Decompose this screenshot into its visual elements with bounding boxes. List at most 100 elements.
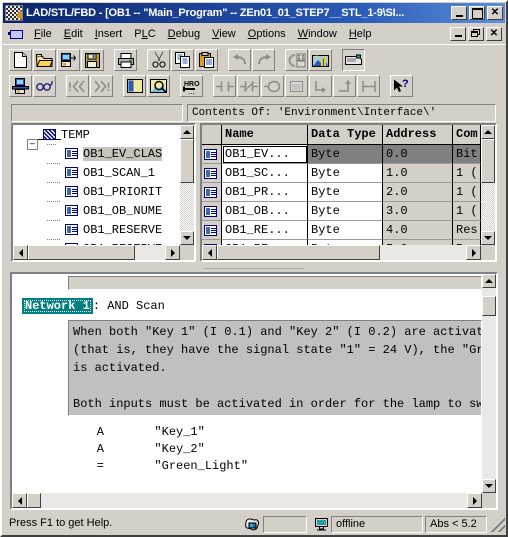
open-online-icon[interactable]: [57, 49, 80, 71]
tree-node-temp[interactable]: – TEMP: [13, 125, 180, 150]
mdi-minimize-button[interactable]: [450, 26, 466, 41]
cell-data-type[interactable]: Byte: [308, 183, 383, 202]
redo-icon[interactable]: [252, 49, 275, 71]
cell-comment[interactable]: 1 (: [453, 164, 481, 183]
network-comment[interactable]: When both "Key 1" (I 0.1) and "Key 2" (I…: [68, 320, 482, 416]
cell-address[interactable]: 0.0: [383, 145, 453, 164]
cell-name[interactable]: OB1_RE...: [222, 221, 308, 240]
code-scroll-thumb[interactable]: [482, 296, 496, 316]
table-scroll-left-button[interactable]: [202, 245, 217, 260]
menu-view[interactable]: View: [206, 26, 242, 42]
network-overview-icon[interactable]: [342, 49, 365, 71]
menu-file[interactable]: File: [28, 26, 58, 42]
copy-icon[interactable]: [171, 49, 194, 71]
tree-horizontal-scrollbar[interactable]: [13, 245, 180, 260]
prev-error-icon[interactable]: !: [66, 75, 89, 97]
tree-scroll-left-button[interactable]: [13, 245, 28, 260]
table-row[interactable]: OB1_RE... Byte 4.0 Res: [202, 221, 481, 240]
new-icon[interactable]: [9, 49, 32, 71]
download-icon[interactable]: [285, 49, 308, 71]
menu-help[interactable]: Help: [343, 26, 378, 42]
glasses-icon[interactable]: [33, 75, 56, 97]
resize-grip[interactable]: [491, 517, 505, 532]
undo-icon[interactable]: [228, 49, 251, 71]
minimize-button[interactable]: [451, 6, 467, 20]
cell-address[interactable]: 1.0: [383, 164, 453, 183]
empty-box-icon[interactable]: [285, 75, 308, 97]
output-coil-icon[interactable]: [261, 75, 284, 97]
document-icon[interactable]: [8, 27, 24, 40]
normally-open-contact-icon[interactable]: [213, 75, 236, 97]
cell-name[interactable]: OB1_PR...: [222, 183, 308, 202]
declaration-view-icon[interactable]: [123, 75, 146, 97]
monitor-icon[interactable]: [309, 49, 332, 71]
tree-scroll-down-button[interactable]: [180, 231, 194, 245]
table-scroll-thumb[interactable]: [481, 139, 495, 183]
branch-close-icon[interactable]: [333, 75, 356, 97]
tree-item-1[interactable]: OB1_SCAN_1: [13, 163, 180, 183]
tree-scroll-thumb[interactable]: [180, 139, 194, 183]
table-horizontal-scrollbar[interactable]: [202, 245, 481, 260]
code-editor[interactable]: Network 1: AND Scan When both "Key 1" (I…: [10, 272, 498, 510]
cell-comment[interactable]: 1 (: [453, 202, 481, 221]
table-vertical-scrollbar[interactable]: [481, 125, 495, 245]
code-hscroll-thumb[interactable]: [27, 493, 41, 508]
cell-name[interactable]: OB1_EV...: [222, 145, 308, 164]
cell-data-type[interactable]: Byte: [308, 145, 383, 164]
cell-name[interactable]: OB1_OB...: [222, 202, 308, 221]
table-scroll-right-button[interactable]: [466, 245, 481, 260]
code-scroll-down-button[interactable]: [482, 479, 496, 493]
tree-item-3[interactable]: OB1_OB_NUME: [13, 201, 180, 221]
close-button[interactable]: ✕: [487, 6, 503, 20]
cell-comment[interactable]: 1 (: [453, 183, 481, 202]
tree-expander-temp[interactable]: –: [27, 138, 38, 150]
mdi-restore-button[interactable]: [468, 26, 484, 41]
header-address[interactable]: Address: [383, 125, 453, 145]
table-hscroll-thumb[interactable]: [217, 245, 380, 260]
table-row[interactable]: OB1_OB... Byte 3.0 1 (: [202, 202, 481, 221]
header-name[interactable]: Name: [222, 125, 308, 145]
code-horizontal-scrollbar[interactable]: [12, 493, 482, 508]
tree-scroll-right-button[interactable]: [165, 245, 180, 260]
table-row[interactable]: OB1_EV... Byte 0.0 Bit: [202, 145, 481, 164]
maximize-button[interactable]: [469, 6, 485, 20]
symbols-view-icon[interactable]: [147, 75, 170, 97]
monitor-modify-icon[interactable]: [9, 75, 32, 97]
code-scroll-right-button[interactable]: [467, 493, 482, 508]
menu-insert[interactable]: Insert: [89, 26, 129, 42]
table-row[interactable]: OB1_SC... Byte 1.0 1 (: [202, 164, 481, 183]
next-error-icon[interactable]: !: [90, 75, 113, 97]
stl-statements[interactable]: A "Key_1" A "Key_2" = "Green_Light": [68, 424, 482, 475]
cell-address[interactable]: 4.0: [383, 221, 453, 240]
tree-item-0[interactable]: OB1_EV_CLAS: [13, 144, 180, 164]
network-title-icon[interactable]: HRO...: [180, 75, 203, 97]
menu-window[interactable]: Window: [292, 26, 343, 42]
tree-hscroll-thumb[interactable]: [28, 245, 135, 260]
code-vertical-scrollbar[interactable]: [482, 274, 496, 493]
cell-data-type[interactable]: Byte: [308, 202, 383, 221]
paste-icon[interactable]: [195, 49, 218, 71]
tree-item-2[interactable]: OB1_PRIORIT: [13, 182, 180, 202]
title-bar[interactable]: LAD/STL/FBD - [OB1 -- "Main_Program" -- …: [3, 3, 505, 23]
connector-icon[interactable]: [357, 75, 380, 97]
code-scroll-left-button[interactable]: [12, 493, 27, 508]
cell-data-type[interactable]: Byte: [308, 164, 383, 183]
tree-scroll-up-button[interactable]: [180, 125, 194, 139]
normally-closed-contact-icon[interactable]: [237, 75, 260, 97]
plc-network-icon[interactable]: [239, 516, 261, 533]
tree-item-4[interactable]: OB1_RESERVE: [13, 220, 180, 240]
code-content[interactable]: Network 1: AND Scan When both "Key 1" (I…: [12, 274, 482, 493]
cell-comment[interactable]: Bit: [453, 145, 481, 164]
cell-address[interactable]: 2.0: [383, 183, 453, 202]
branch-open-icon[interactable]: [309, 75, 332, 97]
cell-address[interactable]: 3.0: [383, 202, 453, 221]
menu-options[interactable]: Options: [242, 26, 292, 42]
cell-comment[interactable]: Res: [453, 221, 481, 240]
header-data-type[interactable]: Data Type: [308, 125, 383, 145]
open-icon[interactable]: [33, 49, 56, 71]
network-tag[interactable]: Network 1: [22, 298, 93, 314]
menu-plc[interactable]: PLC: [128, 26, 161, 42]
header-comment[interactable]: Com: [453, 125, 481, 145]
pc-icon[interactable]: [309, 516, 329, 533]
context-help-icon[interactable]: ?: [390, 75, 413, 97]
